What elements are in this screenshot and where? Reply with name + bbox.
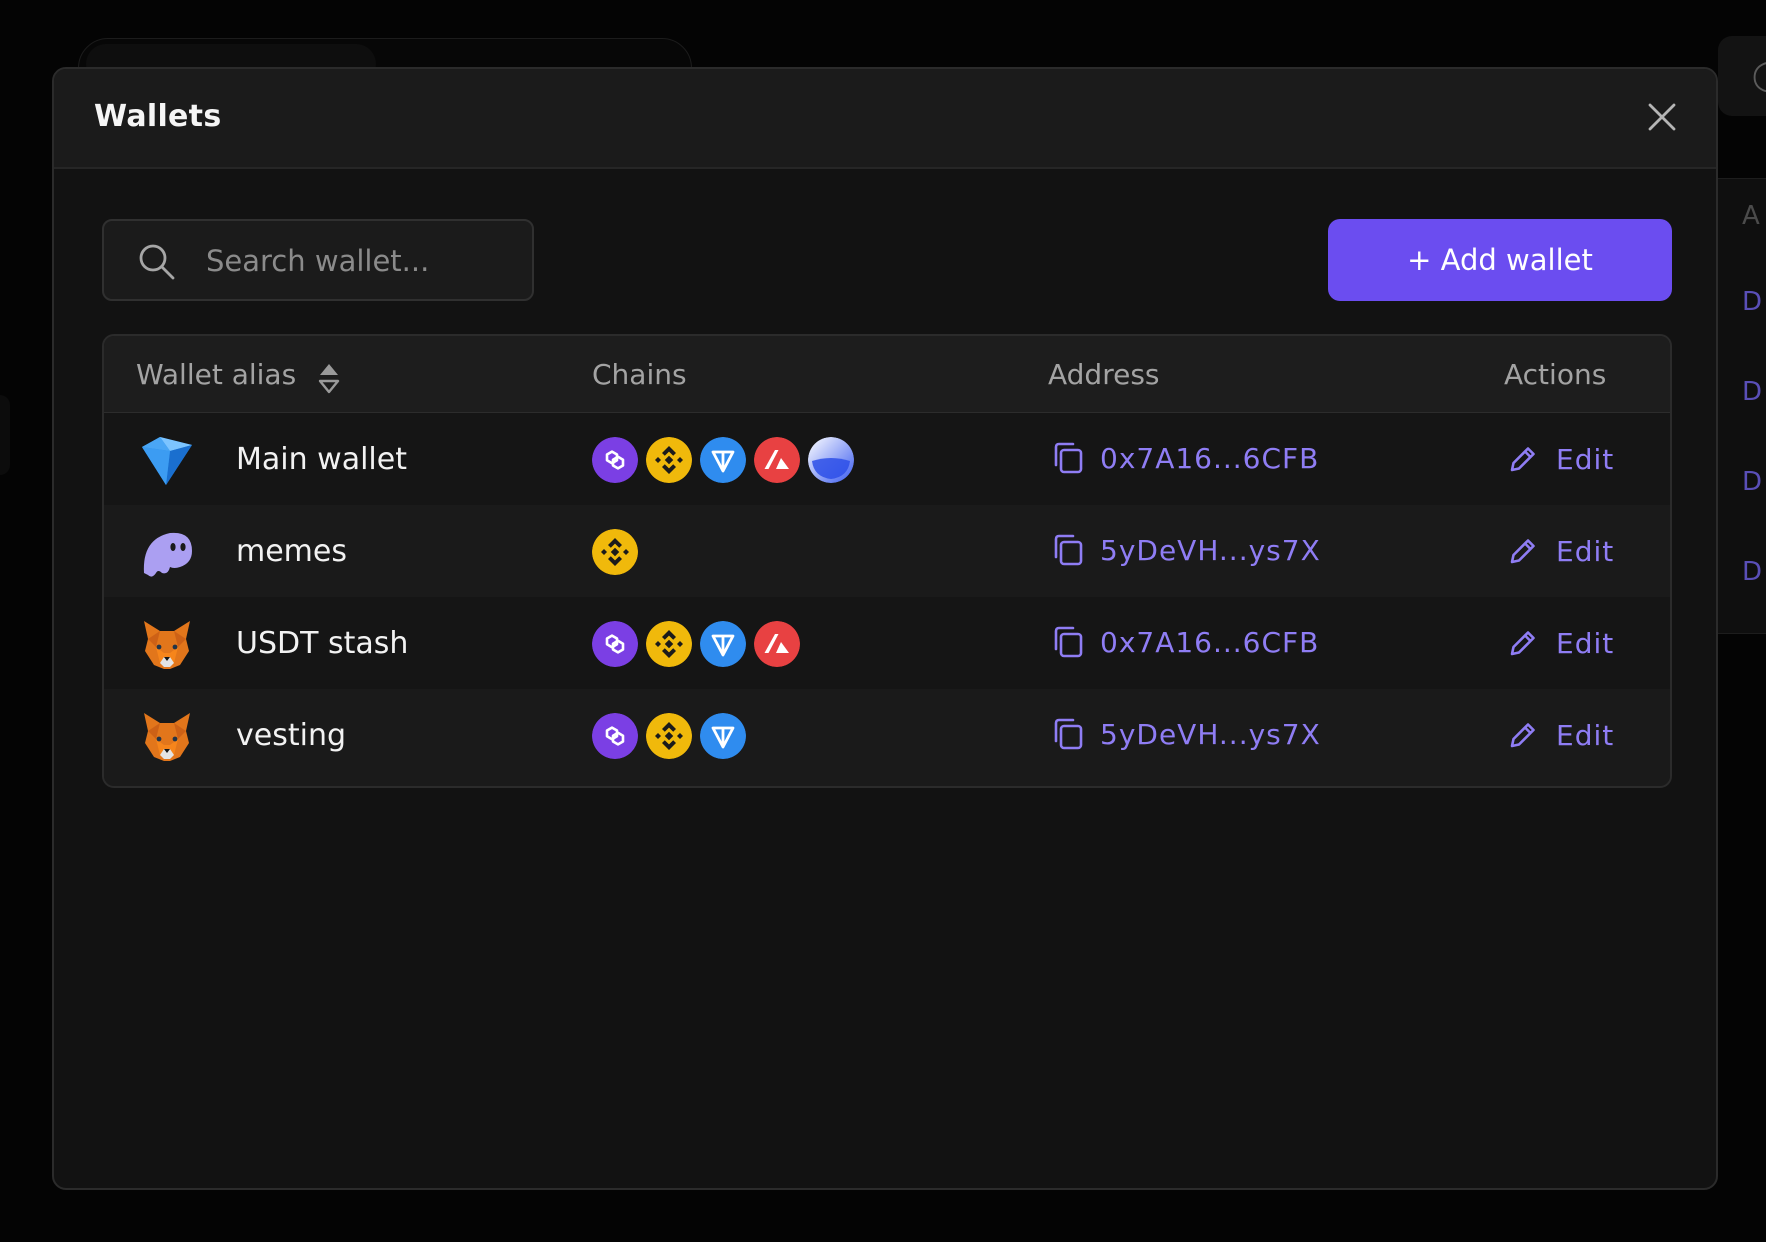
bnb-chain-icon: [646, 713, 692, 759]
wallets-table: Wallet alias Chains Address Actions Main…: [102, 334, 1672, 788]
background-row-fragment: D: [1742, 377, 1763, 407]
diamond-wallet-icon: [142, 437, 192, 485]
background-right-button: ◯: [1718, 36, 1766, 116]
bnb-chain-icon: [646, 621, 692, 667]
chain-list: [592, 621, 800, 667]
fox-wallet-icon: [140, 709, 194, 763]
chain-list: [592, 713, 746, 759]
chain-list: [592, 437, 854, 483]
bnb-chain-icon: [592, 529, 638, 575]
background-row-fragment: D: [1742, 287, 1763, 317]
table-row[interactable]: vesting 5yDeVH...ys7X Edit: [104, 689, 1670, 781]
pencil-icon: [1510, 631, 1535, 656]
copy-address-icon[interactable]: [1052, 625, 1084, 659]
edit-wallet-button[interactable]: Edit: [1504, 527, 1618, 575]
pencil-icon: [1510, 723, 1535, 748]
edit-label: Edit: [1556, 534, 1615, 568]
ghost-wallet-icon: [143, 532, 192, 577]
background-right-icon: ◯: [1752, 58, 1766, 93]
table-row[interactable]: memes 5yDeVH...ys7X Edit: [104, 505, 1670, 597]
pencil-icon: [1510, 447, 1535, 472]
header-address: Address: [1048, 358, 1160, 391]
wallet-alias: Main wallet: [236, 442, 407, 477]
sort-icon[interactable]: [318, 362, 340, 394]
table-row[interactable]: USDT stash 0x7A16...6CFB Edit: [104, 597, 1670, 689]
background-row-fragment: D: [1742, 467, 1763, 497]
add-wallet-button[interactable]: + Add wallet: [1328, 219, 1672, 301]
wallet-alias: vesting: [236, 718, 346, 753]
edit-label: Edit: [1556, 442, 1615, 476]
bnb-chain-icon: [646, 437, 692, 483]
search-wallet-field[interactable]: [102, 219, 534, 301]
ton-chain-icon: [700, 713, 746, 759]
wallet-address: 5yDeVH...ys7X: [1100, 718, 1321, 751]
wallet-alias: USDT stash: [236, 626, 409, 661]
copy-address-icon[interactable]: [1052, 533, 1084, 567]
fox-wallet-icon: [140, 617, 194, 671]
background-row-fragment: D: [1742, 557, 1763, 587]
edit-wallet-button[interactable]: Edit: [1504, 435, 1618, 483]
polygon-chain-icon: [592, 713, 638, 759]
modal-title: Wallets: [94, 99, 222, 134]
pencil-icon: [1510, 539, 1535, 564]
avalanche-chain-icon: [754, 437, 800, 483]
ton-chain-icon: [700, 621, 746, 667]
polygon-chain-icon: [592, 621, 638, 667]
sui-chain-icon: [808, 437, 854, 483]
avalanche-chain-icon: [754, 621, 800, 667]
search-wallet-input[interactable]: [204, 235, 508, 287]
wallet-address: 5yDeVH...ys7X: [1100, 534, 1321, 567]
header-chains: Chains: [592, 358, 687, 391]
background-right-table: A D D D D: [1718, 178, 1766, 634]
background-left-panel: [0, 395, 10, 475]
header-wallet-alias[interactable]: Wallet alias: [136, 358, 296, 391]
wallet-alias: memes: [236, 534, 347, 569]
ton-chain-icon: [700, 437, 746, 483]
copy-address-icon[interactable]: [1052, 441, 1084, 475]
edit-label: Edit: [1556, 626, 1615, 660]
edit-wallet-button[interactable]: Edit: [1504, 711, 1618, 759]
edit-wallet-button[interactable]: Edit: [1504, 619, 1618, 667]
search-icon: [139, 244, 175, 280]
chain-list: [592, 529, 638, 575]
copy-address-icon[interactable]: [1052, 717, 1084, 751]
header-actions: Actions: [1504, 358, 1607, 391]
wallet-address: 0x7A16...6CFB: [1100, 626, 1320, 659]
close-button[interactable]: [1638, 93, 1686, 141]
background-header-fragment: A: [1742, 201, 1760, 231]
table-header: Wallet alias Chains Address Actions: [104, 336, 1670, 414]
table-row[interactable]: Main wallet 0x7A16...6CFB Edit: [104, 413, 1670, 505]
edit-label: Edit: [1556, 718, 1615, 752]
polygon-chain-icon: [592, 437, 638, 483]
wallets-modal: Wallets + Add wallet Wallet alias Chains…: [52, 67, 1718, 1190]
modal-header: Wallets: [54, 69, 1716, 169]
close-icon: [1648, 103, 1676, 131]
wallet-address: 0x7A16...6CFB: [1100, 442, 1320, 475]
